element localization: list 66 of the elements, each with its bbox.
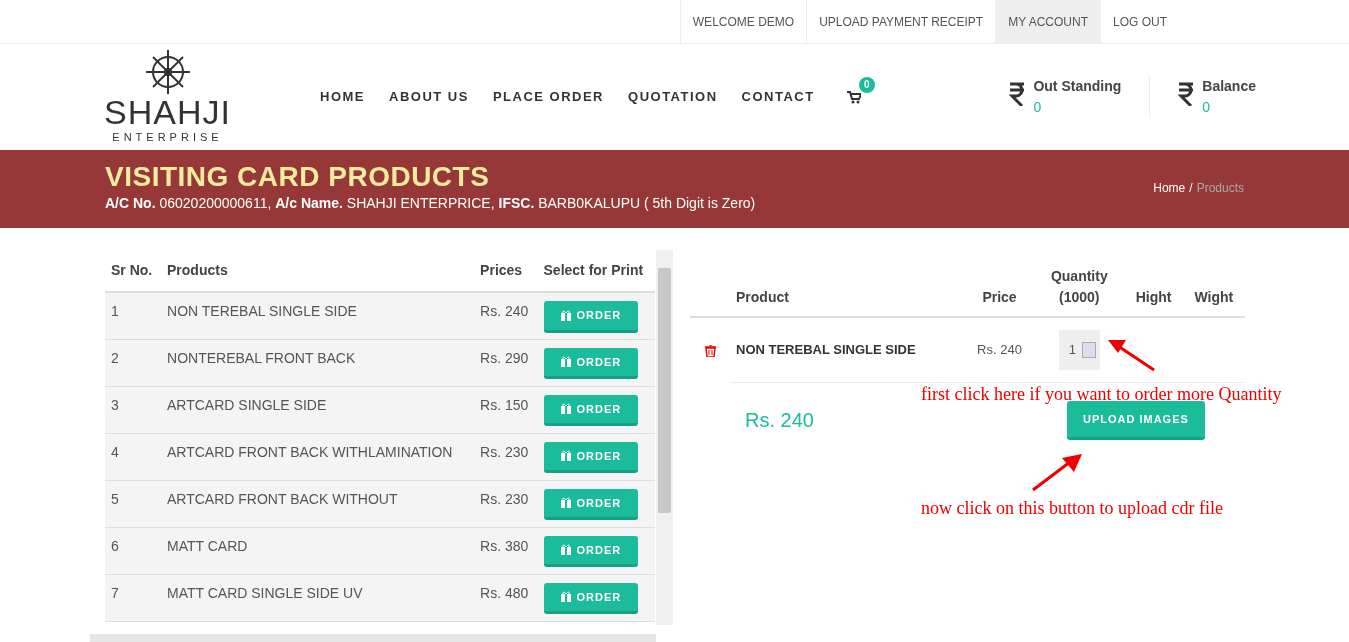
table-cell: Rs. 480 — [474, 574, 538, 621]
cart-icon[interactable] — [846, 91, 861, 105]
top-link[interactable]: WELCOME DEMO — [679, 0, 807, 44]
page-title: VISITING CARD PRODUCTS — [105, 162, 491, 193]
table-cell: ARTCARD FRONT BACK WITHOUT — [161, 480, 475, 527]
rupee-icon — [1009, 82, 1026, 106]
gift-icon — [560, 497, 571, 509]
cart-count-badge: 0 — [858, 76, 875, 93]
table-cell: 7 — [105, 574, 161, 621]
column-header: Product — [730, 262, 965, 317]
nav-link[interactable]: PLACE ORDER — [492, 87, 604, 107]
column-header: Hight — [1124, 262, 1183, 317]
table-cell: Rs. 380 — [474, 527, 538, 574]
stat-label: Out Standing — [1033, 77, 1122, 96]
breadcrumb-link[interactable]: Home — [1153, 179, 1186, 197]
stat-value: 0 — [1202, 98, 1212, 117]
gift-icon — [560, 591, 571, 603]
rupee-icon — [1178, 82, 1195, 106]
vertical-scrollbar[interactable] — [656, 250, 673, 625]
nav-link[interactable]: HOME — [320, 87, 365, 107]
table-cell: Rs. 230 — [474, 480, 538, 527]
arrow-to-quantity — [1106, 338, 1156, 372]
gift-icon — [560, 309, 571, 321]
order-total: Rs. 240 — [745, 408, 814, 434]
table-cell: Rs. 290 — [474, 339, 538, 386]
table-cell: Rs. 240 — [474, 292, 538, 339]
gift-icon — [560, 403, 571, 415]
table-cell: 6 — [105, 527, 161, 574]
top-link[interactable]: MY ACCOUNT — [995, 0, 1100, 44]
table-cell: 2 — [105, 339, 161, 386]
logo-tagline: ENTERPRISE — [112, 129, 223, 145]
breadcrumb-separator: / — [1189, 180, 1193, 197]
trash-icon[interactable] — [704, 344, 716, 357]
nav-link[interactable]: QUOTATION — [628, 87, 718, 107]
table-cell: 1 — [105, 292, 161, 339]
gift-icon — [560, 544, 571, 556]
top-link[interactable]: LOG OUT — [1100, 0, 1179, 44]
table-cell: MATT CARD — [161, 527, 475, 574]
logo-name: SHAHJI — [104, 94, 231, 129]
nav-link[interactable]: CONTACT — [741, 87, 815, 107]
horizontal-scrollbar[interactable] — [90, 634, 656, 642]
column-header: Quantity (1000) — [1034, 262, 1125, 317]
table-cell: Rs. 150 — [474, 386, 538, 433]
column-header: Wight — [1182, 262, 1245, 317]
table-cell: ARTCARD FRONT BACK WITHLAMINATION — [161, 433, 475, 480]
table-cell: 3 — [105, 386, 161, 433]
column-header: Price — [964, 262, 1035, 317]
quantity-value: 1 — [1068, 341, 1076, 359]
table-cell: NONTEREBAL FRONT BACK — [161, 339, 475, 386]
quantity-field[interactable]: 1 — [1058, 330, 1100, 370]
table-cell: NON TEREBAL SINGLE SIDE — [730, 317, 965, 382]
stat-label: Balance — [1202, 77, 1256, 96]
stat-value: 0 — [1033, 98, 1043, 117]
annotation-text: now click on this button to upload cdr file — [921, 497, 1223, 520]
table-cell: MATT CARD SINGLE SIDE UV — [161, 574, 475, 621]
table-cell: NON TEREBAL SINGLE SIDE — [161, 292, 475, 339]
account-details: A/C No. 06020200000611, A/c Name. SHAHJI ENTERPRICE, IFSC. BARB0KALUPU ( 5th Digit is Zero) — [105, 193, 756, 213]
gift-icon — [560, 450, 571, 462]
table-cell: Rs. 230 — [474, 433, 538, 480]
arrow-to-upload — [1030, 452, 1084, 492]
table-cell: 4 — [105, 433, 161, 480]
table-cell: ARTCARD SINGLE SIDE — [161, 386, 475, 433]
gift-icon — [560, 356, 571, 368]
table-cell: Rs. 240 — [964, 317, 1035, 382]
nav-link[interactable]: ABOUT US — [389, 87, 469, 107]
table-cell: 5 — [105, 480, 161, 527]
